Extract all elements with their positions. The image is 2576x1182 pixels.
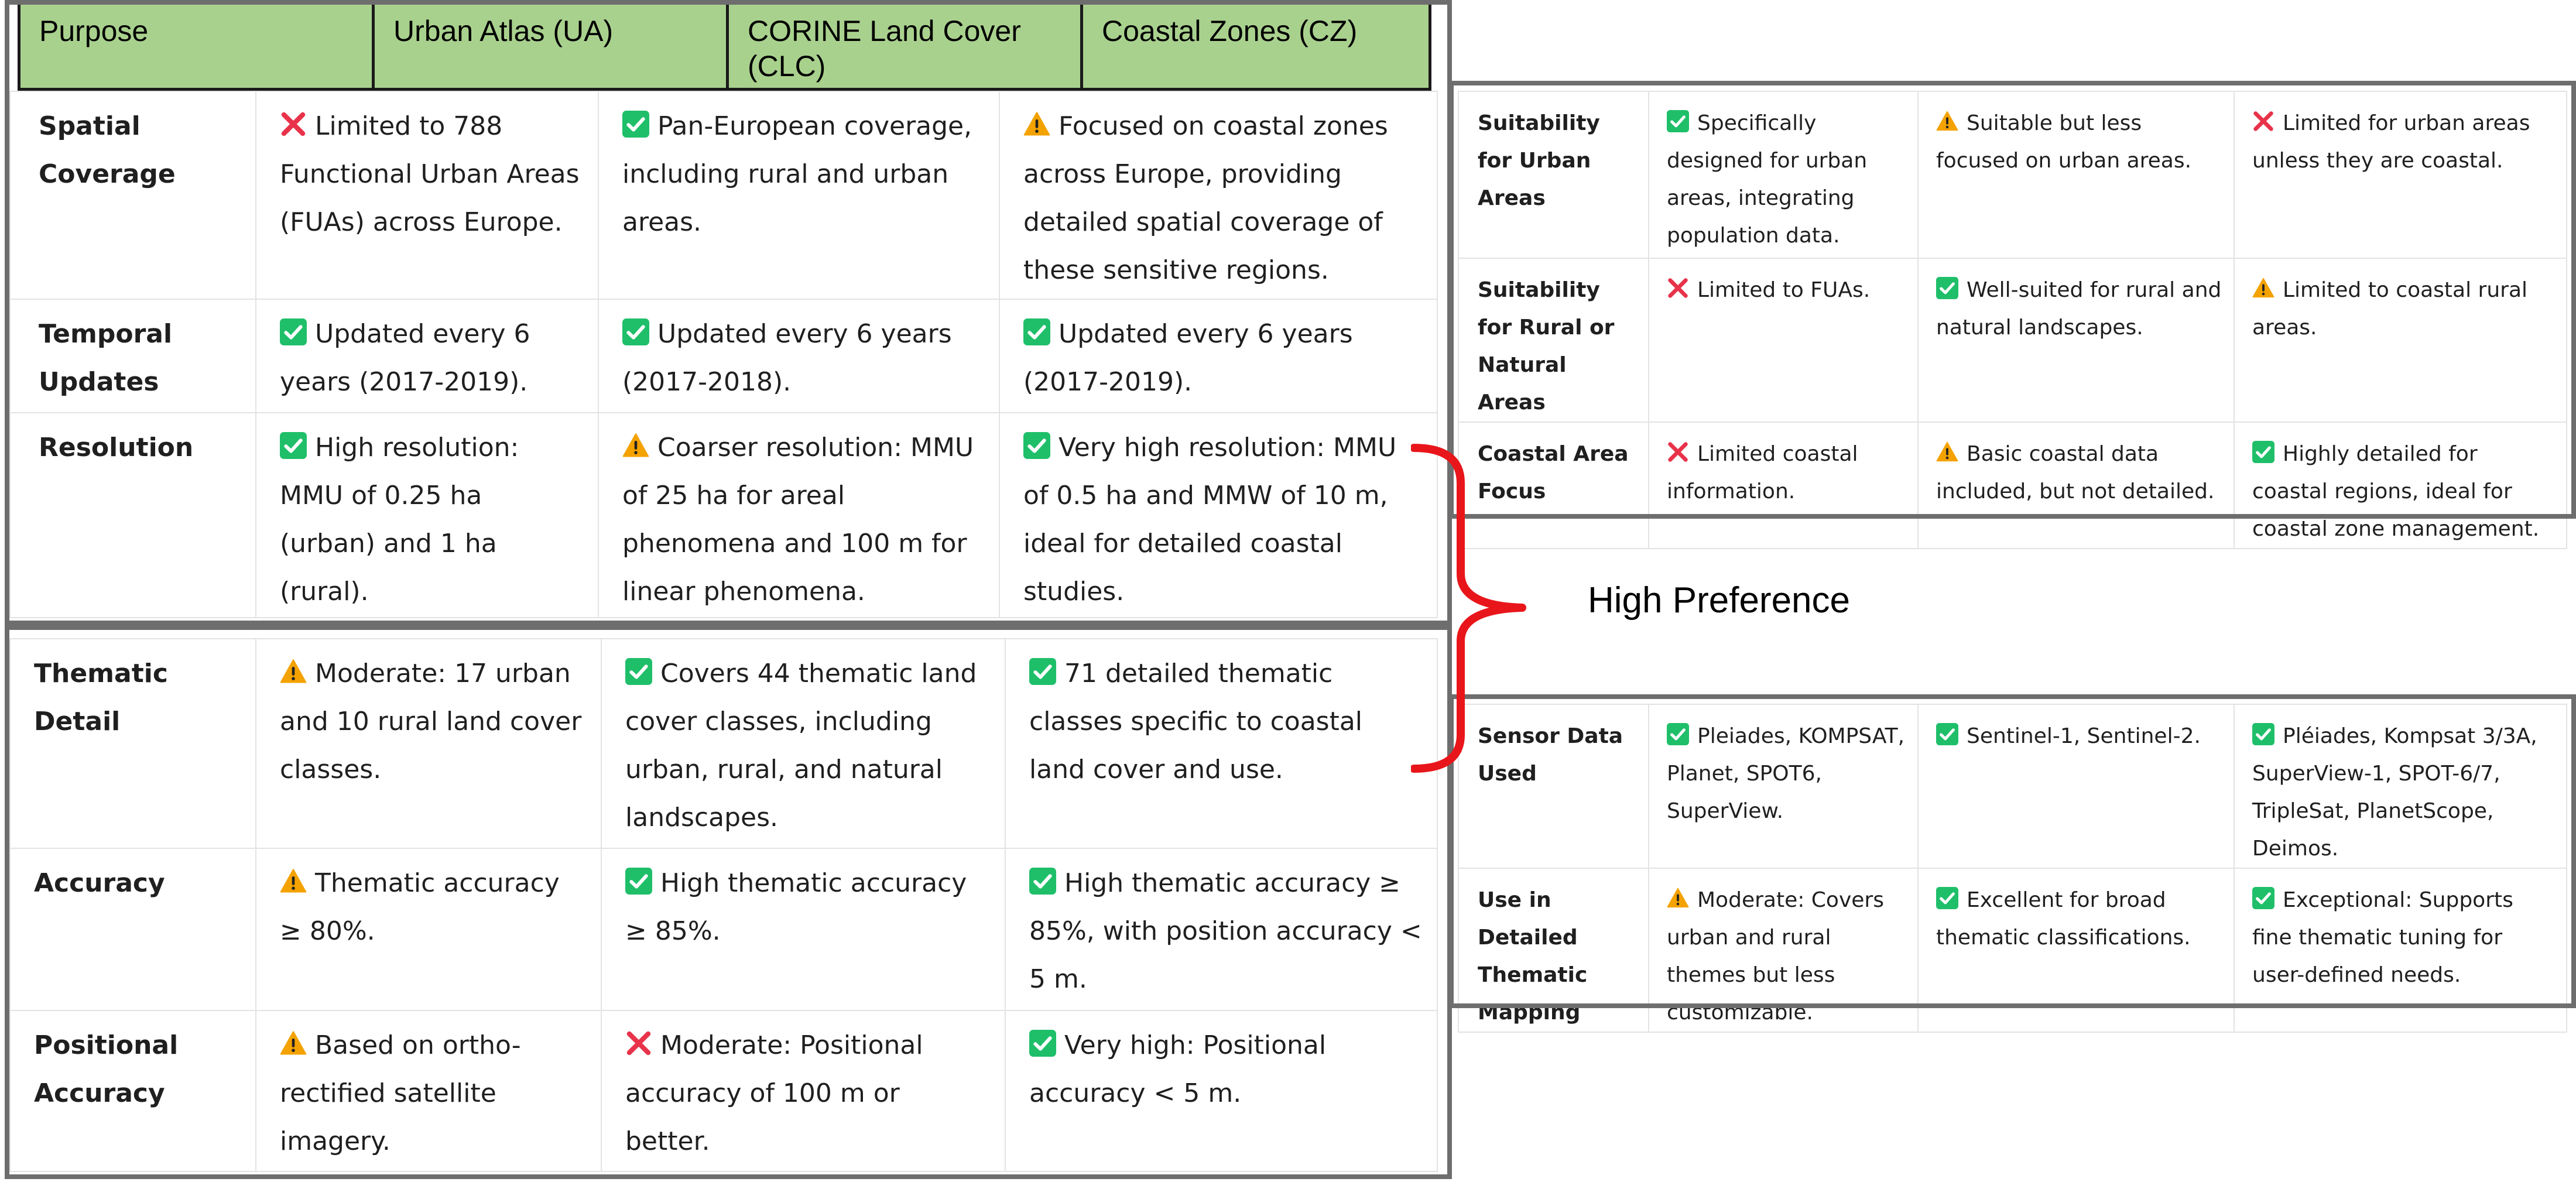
left-group-frame-bottom [5, 625, 1452, 1179]
brace-bracket [1411, 444, 1526, 773]
high-preference-label: High Preference [1588, 580, 1851, 621]
right-group-frame-top [1449, 81, 2576, 519]
left-group-frame-top [5, 0, 1452, 625]
right-group-frame-bottom [1449, 694, 2576, 1008]
